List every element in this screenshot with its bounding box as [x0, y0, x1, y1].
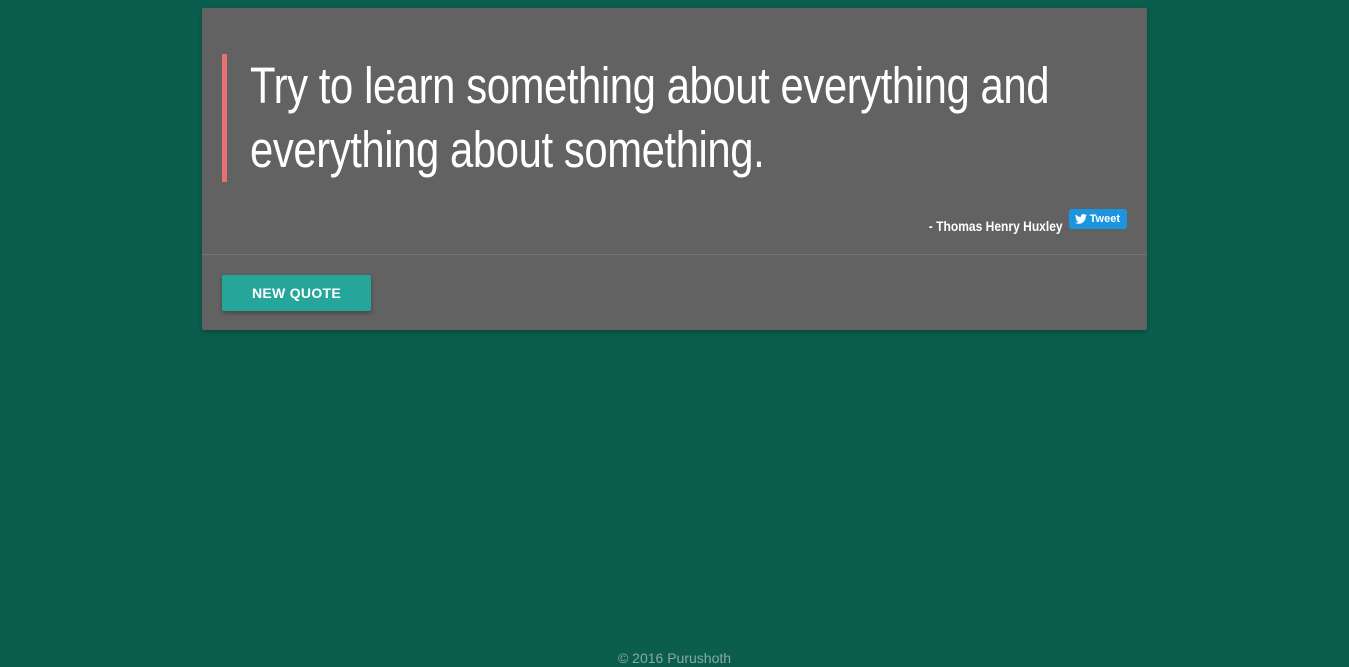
quote-blockquote: Try to learn something about everything …	[222, 54, 1130, 182]
tweet-label: Tweet	[1089, 213, 1120, 225]
new-quote-button[interactable]: NEW QUOTE	[222, 275, 371, 311]
quote-author: - Thomas Henry Huxley	[928, 218, 1063, 234]
author-row: - Thomas Henry Huxley Tweet	[907, 204, 1127, 234]
footer-copyright: © 2016 Purushoth	[617, 650, 732, 666]
tweet-button[interactable]: Tweet	[1068, 209, 1127, 229]
quote-card: Try to learn something about everything …	[202, 8, 1147, 330]
card-divider	[202, 254, 1147, 255]
quote-text: Try to learn something about everything …	[250, 57, 1050, 178]
twitter-bird-icon	[1074, 214, 1087, 224]
